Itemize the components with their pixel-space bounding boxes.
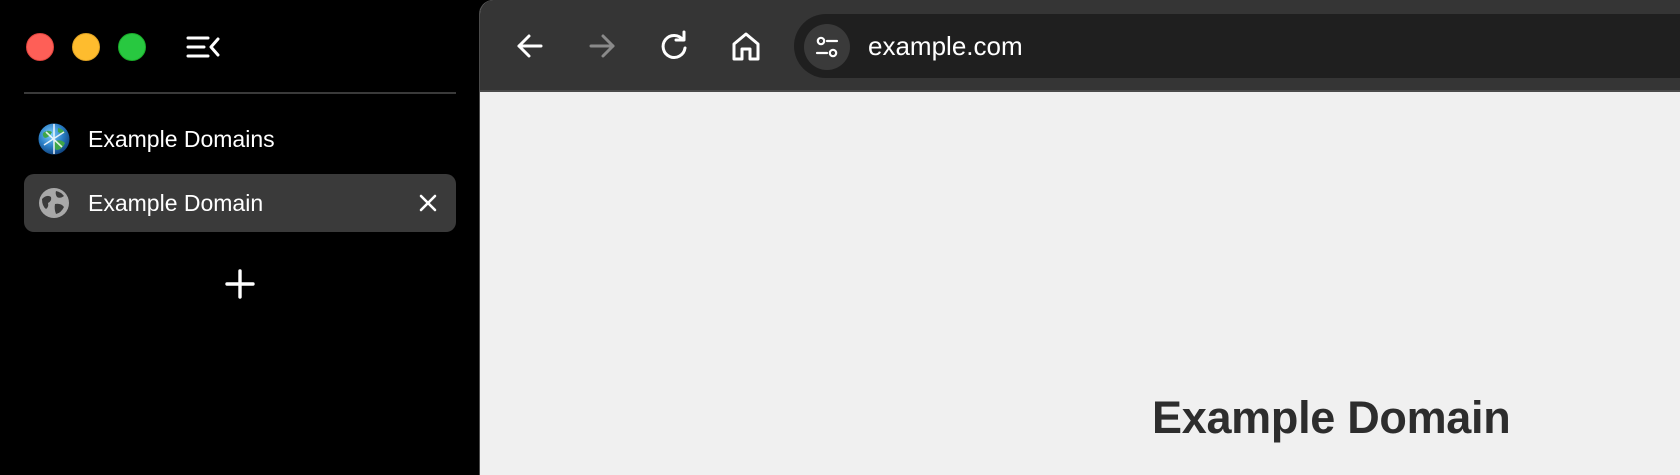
tune-icon[interactable] [804,24,850,70]
sidebar-collapse-icon[interactable] [186,32,220,62]
tab-sidebar: Example Domains Example Domain [0,0,480,475]
browser-pane: example.com Example Domain [479,0,1680,475]
arrow-left-icon[interactable] [512,28,548,64]
home-icon[interactable] [728,28,764,64]
close-icon[interactable] [416,191,440,215]
arrow-right-icon[interactable] [584,28,620,64]
plus-icon[interactable] [222,266,258,302]
window-close-button[interactable] [26,33,54,61]
reload-icon[interactable] [656,28,692,64]
address-bar[interactable]: example.com [794,14,1680,78]
url-text[interactable]: example.com [868,14,1023,78]
sidebar-tab-label: Example Domains [88,126,275,152]
sidebar-tab-label: Example Domain [88,190,264,216]
page-content: Example Domain [480,92,1680,475]
window-maximize-button[interactable] [118,33,146,61]
page-heading: Example Domain [1152,392,1511,443]
globe-grey-favicon-icon [38,187,70,219]
sidebar-tab-example-domain[interactable]: Example Domain [24,174,456,232]
browser-toolbar: example.com [480,0,1680,92]
globe-color-favicon-icon [38,123,70,155]
sidebar-tab-example-domains[interactable]: Example Domains [24,110,456,168]
sidebar-divider [24,92,456,94]
window-minimize-button[interactable] [72,33,100,61]
browser-window: Example Domains Example Domain example.c… [0,0,1680,475]
